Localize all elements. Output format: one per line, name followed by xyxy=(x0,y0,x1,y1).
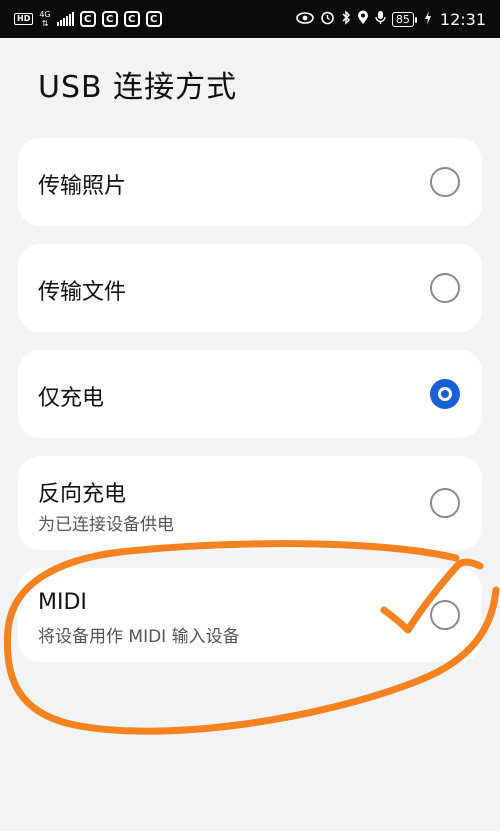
status-bar: HD 4G ⇅ C C C C 85 12:31 xyxy=(0,0,500,38)
radio-button-unselected[interactable] xyxy=(430,488,460,518)
option-title: 反向充电 xyxy=(38,482,127,507)
status-bar-left: HD 4G ⇅ C C C C xyxy=(14,10,162,28)
bluetooth-icon xyxy=(341,10,351,28)
data-arrows-icon: ⇅ xyxy=(41,19,49,28)
battery-icon: 85 xyxy=(391,11,417,27)
app-notification-icon: C xyxy=(79,11,96,27)
app-notification-icon: C xyxy=(123,11,140,27)
signal-icon xyxy=(56,12,74,26)
radio-button-unselected[interactable] xyxy=(430,600,460,630)
eye-comfort-icon xyxy=(296,11,314,27)
option-title: 传输照片 xyxy=(38,174,127,199)
option-title: MIDI xyxy=(38,590,87,615)
option-title: 传输文件 xyxy=(38,280,127,305)
option-transfer-photos[interactable]: 传输照片 xyxy=(18,138,482,226)
clock: 12:31 xyxy=(439,9,486,29)
hd-icon: HD xyxy=(14,13,34,25)
charging-icon xyxy=(424,10,432,28)
location-icon xyxy=(357,10,369,28)
radio-button-unselected[interactable] xyxy=(430,167,460,197)
page-title: USB 连接方式 xyxy=(38,70,238,105)
option-title: 仅充电 xyxy=(38,386,105,411)
network-type: 4G ⇅ xyxy=(39,10,50,28)
radio-button-selected[interactable] xyxy=(430,379,460,409)
app-notification-icon: C xyxy=(145,11,162,27)
option-transfer-files[interactable]: 传输文件 xyxy=(18,244,482,332)
option-subtitle: 将设备用作 MIDI 输入设备 xyxy=(38,627,240,647)
status-bar-right: 85 12:31 xyxy=(296,10,486,29)
option-charge-only[interactable]: 仅充电 xyxy=(18,350,482,438)
app-notification-icon: C xyxy=(101,11,118,27)
option-midi[interactable]: MIDI 将设备用作 MIDI 输入设备 xyxy=(18,568,482,662)
option-reverse-charging[interactable]: 反向充电 为已连接设备供电 xyxy=(18,456,482,550)
option-subtitle: 为已连接设备供电 xyxy=(38,515,174,535)
radio-button-unselected[interactable] xyxy=(430,273,460,303)
network-type-label: 4G xyxy=(39,10,51,19)
alarm-icon xyxy=(320,10,335,28)
microphone-icon xyxy=(375,10,386,28)
